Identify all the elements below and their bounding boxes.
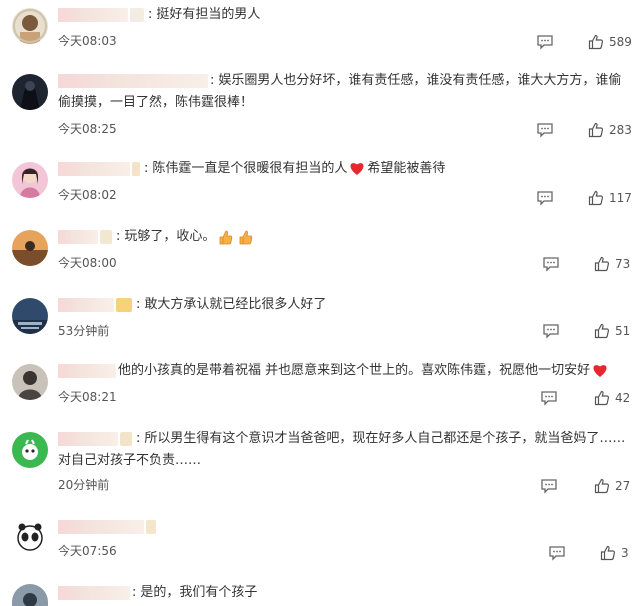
user-name[interactable] (58, 161, 130, 176)
comment-text-after: 希望能被善待 (367, 161, 446, 176)
comment-bubble-icon[interactable] (536, 34, 554, 50)
comment-text: 挺好有担当的男人 (156, 7, 261, 22)
comment-time: 今天08:21 (58, 390, 117, 404)
like-button[interactable]: 3 (600, 545, 629, 561)
avatar[interactable] (12, 298, 48, 334)
comment-time: 今天08:03 (58, 34, 117, 48)
user-name[interactable] (58, 297, 114, 312)
comment-list: : 挺好有担当的男人 今天08:03 589 : 娱乐圈男人也分好坏，谁有责任感，谁… (0, 0, 640, 606)
comment-time: 今天08:25 (58, 122, 117, 136)
thumbs-up-icon (588, 190, 604, 206)
user-name[interactable] (58, 585, 130, 600)
thumbs-up-icon (594, 323, 610, 339)
like-button[interactable]: 283 (588, 122, 632, 138)
thumbs-emoji-icon (220, 230, 233, 244)
thumbs-emoji-icon (240, 230, 253, 244)
like-button[interactable]: 73 (594, 256, 630, 272)
like-count: 27 (615, 479, 631, 493)
user-name[interactable] (58, 229, 98, 244)
comment-time: 今天07:56 (58, 544, 117, 558)
avatar[interactable] (12, 432, 48, 468)
like-count: 3 (621, 546, 629, 560)
thumbs-up-icon (594, 390, 610, 406)
avatar[interactable] (12, 74, 48, 110)
avatar[interactable] (12, 162, 48, 198)
like-button[interactable]: 117 (588, 190, 632, 206)
thumbs-up-icon (600, 545, 616, 561)
comment-bubble-icon[interactable] (542, 256, 560, 272)
like-button[interactable]: 51 (594, 323, 630, 339)
like-count: 73 (615, 257, 631, 271)
comment-text: 玩够了，收心。 (124, 229, 216, 244)
comment-bubble-icon[interactable] (536, 190, 554, 206)
user-badge (130, 7, 144, 22)
user-badge (100, 229, 112, 244)
comment-text: 是的，我们有个孩子 (140, 585, 258, 600)
user-name[interactable] (58, 73, 208, 88)
comment-bubble-icon[interactable] (540, 478, 558, 494)
thumbs-up-icon (588, 34, 604, 50)
thumbs-up-icon (588, 122, 604, 138)
user-badge (132, 161, 140, 176)
comment-item: : 是的，我们有个孩子 (0, 580, 640, 606)
comment-item: 他的小孩真的是带着祝福 并也愿意来到这个世上的。喜欢陈伟霆，祝愿他一切安好 今天… (0, 358, 640, 418)
red-heart-icon (350, 163, 364, 175)
red-heart-icon (593, 365, 607, 377)
user-name[interactable] (58, 519, 144, 534)
comment-time: 20分钟前 (58, 478, 110, 492)
like-count: 42 (615, 391, 631, 405)
avatar[interactable] (12, 584, 48, 606)
like-count: 117 (609, 191, 632, 205)
comment-text: 陈伟霆一直是个很暖很有担当的人 (152, 161, 348, 176)
user-name[interactable] (58, 431, 118, 446)
thumbs-up-icon (594, 478, 610, 494)
avatar[interactable] (12, 520, 48, 556)
like-button[interactable]: 42 (594, 390, 630, 406)
user-name[interactable] (58, 7, 128, 22)
user-badge (146, 519, 156, 534)
comment-time: 53分钟前 (58, 324, 110, 338)
avatar[interactable] (12, 364, 48, 400)
like-count: 589 (609, 35, 632, 49)
comment-text: 所以男生得有这个意识才当爸爸吧，现在好多人自己都还是个孩子，就当爸妈了……对自己… (58, 431, 626, 468)
comment-item: : 娱乐圈男人也分好坏，谁有责任感，谁没有责任感，谁大大方方，谁偷偷摸摸，一目了然… (0, 66, 640, 148)
thumbs-up-icon (594, 256, 610, 272)
like-count: 283 (609, 123, 632, 137)
comment-time: 今天08:00 (58, 256, 117, 270)
comment-text: 他的小孩真的是带着祝福 并也愿意来到这个世上的。喜欢陈伟霆，祝愿他一切安好 (118, 363, 591, 378)
comment-bubble-icon[interactable] (548, 545, 566, 561)
like-button[interactable]: 589 (588, 34, 632, 50)
user-name[interactable] (58, 363, 116, 378)
comment-item: 今天07:56 3 (0, 514, 640, 570)
like-count: 51 (615, 324, 631, 338)
comment-item: : 所以男生得有这个意识才当爸爸吧，现在好多人自己都还是个孩子，就当爸妈了……对自… (0, 426, 640, 506)
comment-bubble-icon[interactable] (540, 390, 558, 406)
avatar[interactable] (12, 8, 48, 44)
comment-item: : 挺好有担当的男人 今天08:03 589 (0, 0, 640, 62)
comment-time: 今天08:02 (58, 188, 117, 202)
comment-item: : 敢大方承认就已经比很多人好了 53分钟前 51 (0, 290, 640, 350)
user-badge (116, 297, 132, 312)
comment-item: : 陈伟霆一直是个很暖很有担当的人 希望能被善待 今天08:02 117 (0, 154, 640, 214)
comment-text: 敢大方承认就已经比很多人好了 (144, 297, 327, 312)
comment-item: : 玩够了，收心。 今天08:00 73 (0, 222, 640, 282)
like-button[interactable]: 27 (594, 478, 630, 494)
avatar[interactable] (12, 230, 48, 266)
comment-bubble-icon[interactable] (542, 323, 560, 339)
comment-bubble-icon[interactable] (536, 122, 554, 138)
user-badge (120, 431, 132, 446)
